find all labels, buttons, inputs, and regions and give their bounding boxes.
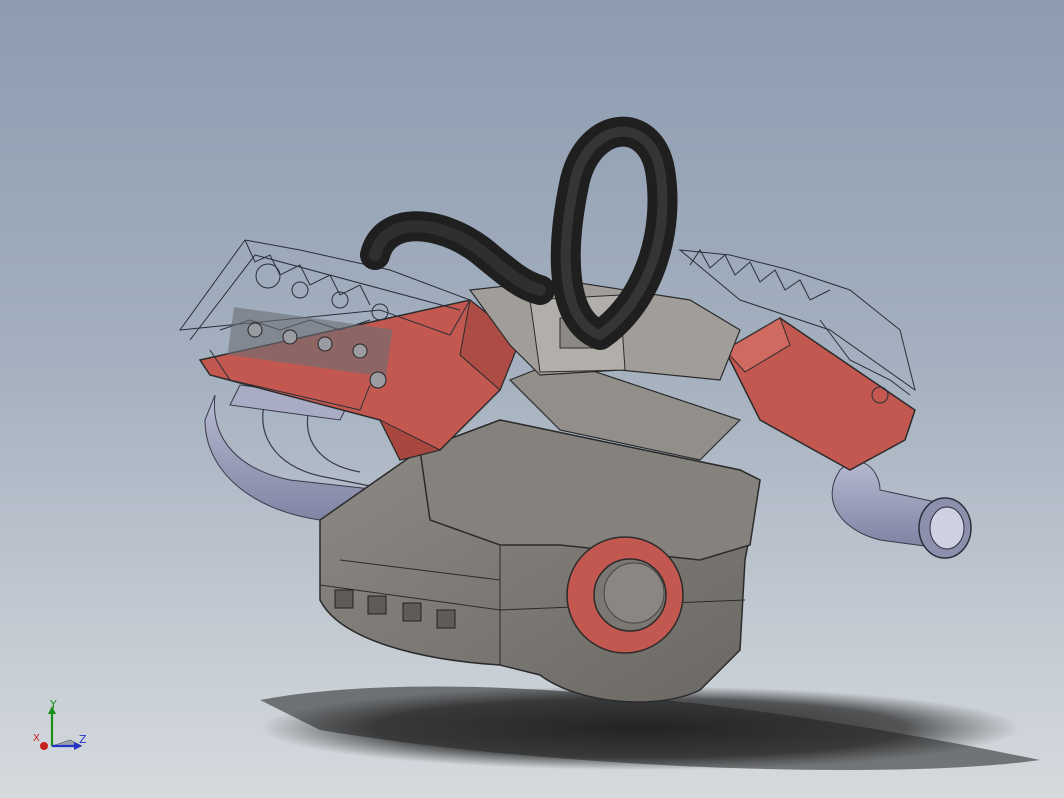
graphics-viewport[interactable]: Y Z X: [0, 0, 1064, 798]
view-triad[interactable]: Y Z X: [30, 698, 94, 758]
loop-hose[interactable]: [550, 116, 678, 350]
crank-pulley[interactable]: [566, 536, 684, 654]
axis-z-label: Z: [79, 733, 87, 746]
triad-axes: [40, 706, 83, 750]
engine-model[interactable]: [0, 0, 1064, 798]
right-cylinder-head[interactable]: [724, 317, 916, 471]
axis-y-label: Y: [50, 698, 57, 711]
axis-x-label: X: [33, 733, 40, 744]
x-axis-dot: [40, 742, 48, 750]
right-exhaust-header[interactable]: [831, 461, 972, 559]
upper-hose[interactable]: [360, 211, 555, 305]
